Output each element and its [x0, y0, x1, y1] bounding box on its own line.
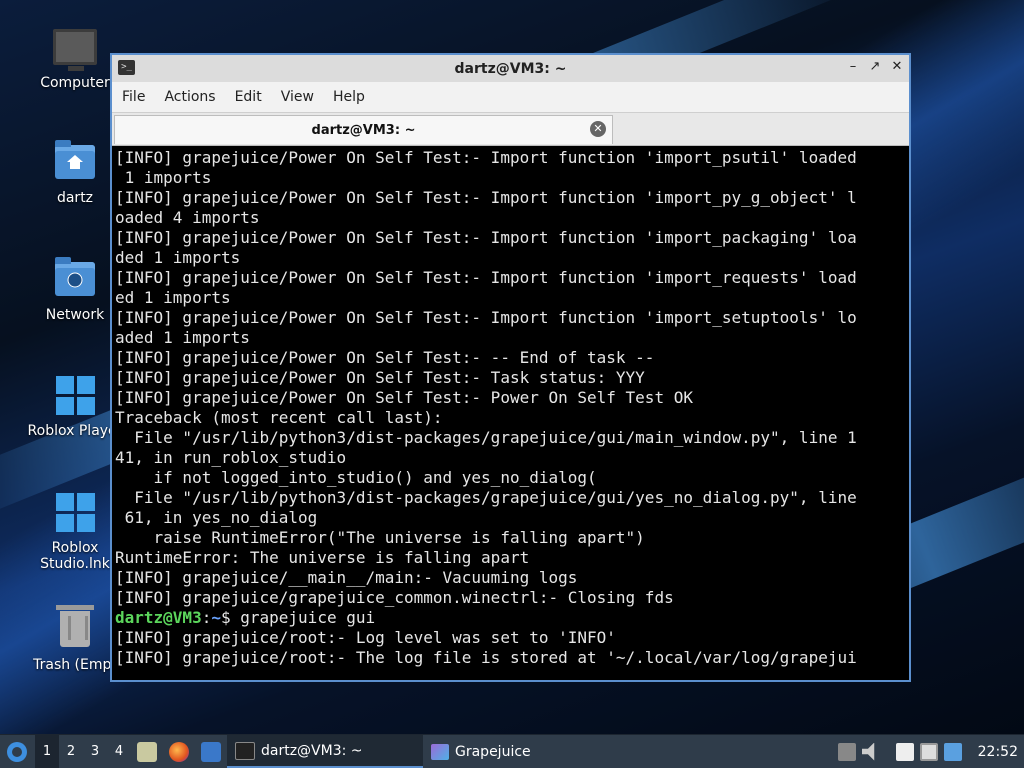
terminal-line: [INFO] grapejuice/Power On Self Test:- I…	[115, 148, 857, 167]
computer-icon	[53, 25, 97, 71]
clipboard-icon[interactable]	[895, 742, 914, 761]
maximize-icon[interactable]: ↗	[869, 59, 881, 74]
workspace-3[interactable]: 3	[83, 735, 107, 768]
firefox-icon[interactable]	[169, 741, 189, 762]
terminal-line: if not logged_into_studio() and yes_no_d…	[115, 468, 597, 487]
terminal-prompt-line: dartz@VM3:~$ grapejuice gui	[115, 608, 909, 628]
taskbar-item-label: Grapejuice	[455, 743, 531, 760]
terminal-line: File "/usr/lib/python3/dist-packages/gra…	[115, 488, 857, 507]
home-folder-icon	[53, 140, 97, 184]
tab-label: dartz@VM3: ~	[311, 122, 416, 138]
tab-bar: dartz@VM3: ~ ✕	[112, 113, 909, 146]
taskbar-item-terminal[interactable]: dartz@VM3: ~	[227, 735, 423, 768]
terminal-line: File "/usr/lib/python3/dist-packages/gra…	[115, 428, 857, 447]
file-manager-icon[interactable]	[137, 741, 157, 762]
terminal-line: [INFO] grapejuice/grapejuice_common.wine…	[115, 588, 674, 607]
menu-view[interactable]: View	[281, 89, 325, 105]
prompt-command: $ grapejuice gui	[220, 608, 376, 627]
network-folder-icon	[53, 257, 97, 301]
terminal-line: 61, in yes_no_dialog	[115, 508, 318, 527]
terminal-line: [INFO] grapejuice/root:- The log file is…	[115, 648, 857, 667]
roblox-player-icon	[53, 373, 97, 417]
workspace-4[interactable]: 4	[107, 735, 131, 768]
volume-icon[interactable]	[861, 742, 875, 761]
display-icon[interactable]	[919, 742, 938, 761]
updates-icon[interactable]	[837, 742, 856, 761]
grapejuice-icon	[431, 743, 449, 760]
terminal-window[interactable]: >_ dartz@VM3: ~ – ↗ ✕ File Actions Edit …	[110, 53, 911, 682]
tab-close-icon[interactable]: ✕	[590, 121, 606, 137]
start-menu-icon[interactable]	[7, 741, 27, 762]
terminal-line: 41, in run_roblox_studio	[115, 448, 347, 467]
terminal-output[interactable]: [INFO] grapejuice/Power On Self Test:- I…	[112, 146, 909, 680]
show-desktop-icon[interactable]	[201, 741, 221, 762]
terminal-line: Traceback (most recent call last):	[115, 408, 443, 427]
terminal-line: [INFO] grapejuice/Power On Self Test:- I…	[115, 228, 857, 247]
terminal-line: ded 1 imports	[115, 248, 241, 267]
network-icon[interactable]	[943, 742, 962, 761]
window-title: dartz@VM3: ~	[454, 60, 567, 77]
menu-help[interactable]: Help	[333, 89, 376, 105]
workspace-1[interactable]: 1	[35, 735, 59, 768]
terminal-line: [INFO] grapejuice/Power On Self Test:- I…	[115, 308, 857, 327]
terminal-line: [INFO] grapejuice/Power On Self Test:- P…	[115, 388, 693, 407]
prompt-path: ~	[211, 608, 221, 627]
terminal-line: [INFO] grapejuice/Power On Self Test:- I…	[115, 188, 857, 207]
terminal-line: aded 1 imports	[115, 328, 250, 347]
terminal-icon: >_	[118, 60, 135, 75]
terminal-line: RuntimeError: The universe is falling ap…	[115, 548, 530, 567]
terminal-line: 1 imports	[115, 168, 212, 187]
trash-icon	[53, 605, 97, 651]
terminal-line: ed 1 imports	[115, 288, 231, 307]
prompt-separator: :	[201, 608, 212, 627]
window-titlebar[interactable]: >_ dartz@VM3: ~ – ↗ ✕	[112, 55, 909, 82]
menu-edit[interactable]: Edit	[235, 89, 273, 105]
terminal-icon	[235, 741, 255, 760]
system-tray: 22:52	[837, 742, 1024, 761]
menu-file[interactable]: File	[122, 89, 156, 105]
minimize-icon[interactable]: –	[847, 59, 859, 74]
terminal-line: [INFO] grapejuice/Power On Self Test:- -…	[115, 348, 655, 367]
taskbar: 1 2 3 4 dartz@VM3: ~ Grapejuice 22:52	[0, 734, 1024, 768]
taskbar-item-label: dartz@VM3: ~	[261, 742, 363, 759]
terminal-line: [INFO] grapejuice/Power On Self Test:- I…	[115, 268, 857, 287]
roblox-studio-icon	[53, 490, 97, 534]
terminal-line: [INFO] grapejuice/Power On Self Test:- T…	[115, 368, 645, 387]
menu-actions[interactable]: Actions	[164, 89, 226, 105]
clock: 22:52	[977, 743, 1018, 760]
taskbar-item-grapejuice[interactable]: Grapejuice	[423, 735, 541, 768]
terminal-line: oaded 4 imports	[115, 208, 260, 227]
close-icon[interactable]: ✕	[891, 59, 903, 74]
prompt-user: dartz@VM3	[115, 608, 202, 627]
terminal-line: [INFO] grapejuice/root:- Log level was s…	[115, 628, 616, 647]
desktop-icon-label: Roblox Studio.lnk	[40, 540, 110, 572]
terminal-line: [INFO] grapejuice/__main__/main:- Vacuum…	[115, 568, 578, 587]
tab-terminal[interactable]: dartz@VM3: ~ ✕	[114, 115, 613, 144]
workspace-2[interactable]: 2	[59, 735, 83, 768]
menu-bar: File Actions Edit View Help	[112, 82, 909, 113]
terminal-line: raise RuntimeError("The universe is fall…	[115, 528, 645, 547]
